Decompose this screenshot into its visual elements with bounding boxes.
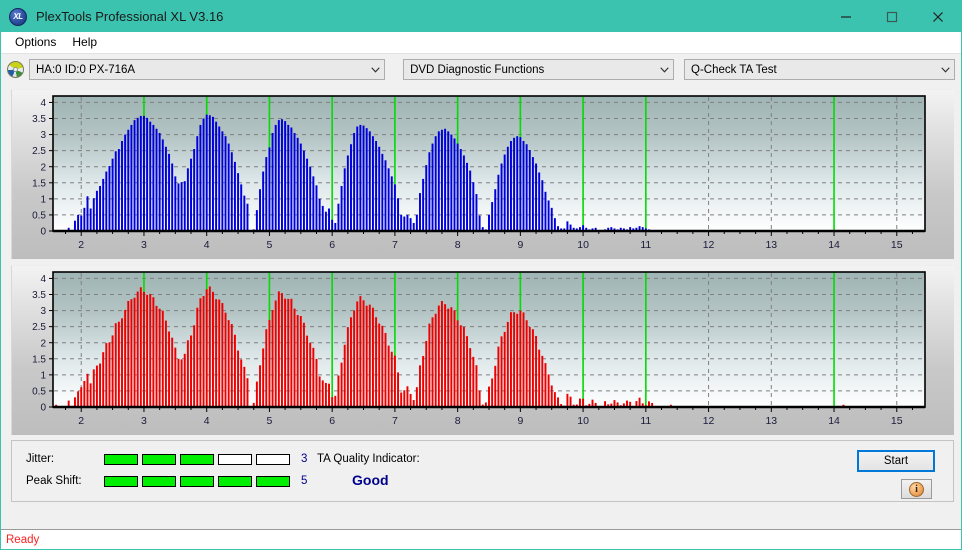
meter-segment [142,475,176,487]
chevron-down-icon [367,66,384,73]
svg-text:0: 0 [40,227,46,238]
svg-text:8: 8 [455,239,461,251]
svg-text:1.5: 1.5 [32,178,46,189]
info-button[interactable]: i [901,479,932,499]
svg-text:0.5: 0.5 [32,387,46,398]
jitter-value: 3 [301,453,308,465]
svg-text:10: 10 [577,239,589,251]
chevron-down-icon [937,66,954,73]
svg-text:13: 13 [765,239,777,251]
ta-test-chart-top: 0 0.5 1 1.5 2 2.5 3 3.5 4 2 3 4 5 6 7 8 9 10 11 12 13 14 15 [11,89,954,259]
status-bar: Ready [1,529,961,549]
ta-quality-value: Good [352,472,389,488]
xl-logo-icon: XL [9,7,27,26]
svg-text:6: 6 [329,415,335,427]
svg-text:4: 4 [204,415,210,427]
svg-text:2: 2 [40,162,46,173]
jitter-meter [104,453,290,465]
svg-text:14: 14 [828,415,840,427]
svg-text:6: 6 [329,239,335,251]
svg-text:11: 11 [640,415,651,427]
function-select[interactable]: DVD Diagnostic Functions [403,59,675,80]
svg-text:5: 5 [267,415,273,427]
chevron-down-icon [656,66,673,73]
svg-text:3: 3 [40,130,46,141]
selector-toolbar: HA:0 ID:0 PX-716A DVD Diagnostic Functio… [1,53,961,85]
meter-segment [180,475,214,487]
status-text: Ready [6,533,40,546]
meter-segment [142,453,176,465]
peak-shift-meter [104,475,290,487]
menu-bar: Options Help [1,32,961,53]
info-icon: i [909,481,924,497]
svg-text:2: 2 [78,415,84,427]
peak-shift-label: Peak Shift: [26,475,82,487]
svg-text:3: 3 [141,415,147,427]
svg-text:1: 1 [40,194,46,205]
title-bar: XL PlexTools Professional XL V3.16 [1,1,961,32]
svg-text:13: 13 [765,415,777,427]
meter-segment [104,453,138,465]
svg-text:8: 8 [455,415,461,427]
svg-text:2.5: 2.5 [32,322,46,333]
svg-text:7: 7 [392,415,398,427]
svg-text:15: 15 [891,239,903,251]
svg-text:3: 3 [40,306,46,317]
svg-text:0.5: 0.5 [32,211,46,222]
main-content: 0 0.5 1 1.5 2 2.5 3 3.5 4 2 3 4 5 6 7 8 9 10 11 12 13 14 15 00… [1,85,961,529]
jitter-label: Jitter: [26,453,55,465]
results-panel: Jitter: 3 Peak Shift: 5 TA Quality Indic… [11,440,954,502]
svg-text:5: 5 [267,239,273,251]
meter-segment [256,453,290,465]
peak-shift-value: 5 [301,475,308,487]
svg-text:4: 4 [40,274,46,285]
window-controls [823,1,961,32]
svg-text:0: 0 [40,403,46,414]
start-button[interactable]: Start [857,450,935,472]
svg-text:15: 15 [891,415,903,427]
svg-text:4: 4 [40,98,46,109]
svg-text:2.5: 2.5 [32,146,46,157]
meter-segment [218,453,252,465]
ta-test-chart-bottom: 0 0.5 1 1.5 2 2.5 3 3.5 4 2 3 4 5 6 7 8 9 10 11 12 13 14 15 [11,265,954,435]
disc-icon [7,61,24,78]
close-icon[interactable] [915,1,961,32]
svg-text:11: 11 [640,239,651,251]
test-select-value: Q-Check TA Test [691,63,777,76]
meter-segment [218,475,252,487]
peak-shift-row: Peak Shift: 5 [26,475,307,487]
menu-item-options[interactable]: Options [7,33,64,51]
maximize-icon[interactable] [869,1,915,32]
meter-segment [180,453,214,465]
svg-text:12: 12 [703,415,715,427]
drive-select[interactable]: HA:0 ID:0 PX-716A [29,59,386,80]
svg-text:7: 7 [392,239,398,251]
svg-text:3.5: 3.5 [32,114,46,125]
svg-text:2: 2 [40,338,46,349]
menu-item-help[interactable]: Help [64,33,105,51]
svg-text:1: 1 [40,370,46,381]
window-title: PlexTools Professional XL V3.16 [36,9,224,24]
svg-text:1.5: 1.5 [32,354,46,365]
minimize-icon[interactable] [823,1,869,32]
application-window: XL PlexTools Professional XL V3.16 Optio… [0,0,962,550]
svg-text:9: 9 [517,415,523,427]
drive-select-value: HA:0 ID:0 PX-716A [36,63,136,76]
meter-segment [256,475,290,487]
svg-text:3: 3 [141,239,147,251]
svg-text:14: 14 [828,239,840,251]
svg-text:10: 10 [577,415,589,427]
svg-text:9: 9 [517,239,523,251]
svg-text:4: 4 [204,239,210,251]
svg-text:2: 2 [78,239,84,251]
ta-quality-label: TA Quality Indicator: [317,453,420,465]
svg-text:12: 12 [703,239,715,251]
jitter-row: Jitter: 3 [26,453,307,465]
meter-segment [104,475,138,487]
function-select-value: DVD Diagnostic Functions [410,63,545,76]
test-select[interactable]: Q-Check TA Test [684,59,955,80]
svg-text:3.5: 3.5 [32,290,46,301]
